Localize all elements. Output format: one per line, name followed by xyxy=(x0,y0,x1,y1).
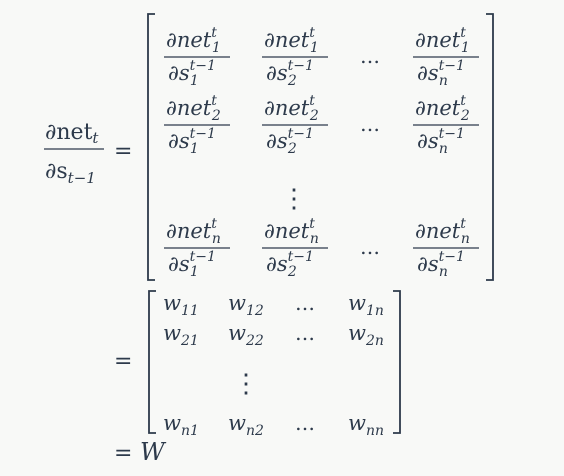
jacobian-entry-numerator: ∂nett 2 xyxy=(264,93,319,124)
jacobian-entry-numerator: ∂nett n xyxy=(264,216,319,247)
jacobian-entry-numerator: ∂nett n xyxy=(166,216,221,247)
jacobian-entry-numerator: ∂nett 2 xyxy=(415,93,470,124)
weight-hdots: … xyxy=(295,411,315,435)
weight-hdots: … xyxy=(295,291,315,315)
weight-entry: w12 xyxy=(228,291,264,319)
jacobian-hdots: … xyxy=(360,235,380,259)
equals-sign-3: = xyxy=(114,441,132,466)
weight-entry: w21 xyxy=(163,321,199,349)
jacobian-right-bracket xyxy=(486,13,494,281)
jacobian-entry-denominator: ∂st−1 n xyxy=(417,249,465,280)
jacobian-entry-denominator: ∂st−1 1 xyxy=(168,126,216,157)
jacobian-vdots: ⋮ xyxy=(281,184,307,214)
weight-vdots: ⋮ xyxy=(233,369,259,399)
weight-entry: w11 xyxy=(163,291,199,319)
jacobian-entry-denominator: ∂st−1 2 xyxy=(266,58,314,89)
jacobian-entry-denominator: ∂st−1 n xyxy=(417,126,465,157)
jacobian-hdots: … xyxy=(360,44,380,68)
weight-right-bracket xyxy=(393,290,401,434)
weight-entry: w2n xyxy=(348,321,384,349)
weight-hdots: … xyxy=(295,321,315,345)
jacobian-entry-denominator: ∂st−1 1 xyxy=(168,249,216,280)
equation: ∂nett ∂st−1 = ∂nett 1∂st−1 1∂nett 1∂st−1 2…∂… xyxy=(44,13,494,466)
lhs-fraction: ∂nett ∂st−1 xyxy=(44,120,104,187)
jacobian-entry-denominator: ∂st−1 2 xyxy=(266,126,314,157)
equals-sign-2: = xyxy=(114,349,132,374)
jacobian-entry-numerator: ∂nett 1 xyxy=(264,25,319,56)
weight-matrix: w11 w12 … w1n w21 w22 … w2n wn1 wn2 … wnn ⋮ xyxy=(148,290,401,439)
jacobian-entry-numerator: ∂nett 2 xyxy=(166,93,221,124)
jacobian-entry-numerator: ∂nett n xyxy=(415,216,470,247)
jacobian-entry-denominator: ∂st−1 1 xyxy=(168,58,216,89)
jacobian-entry-numerator: ∂nett 1 xyxy=(415,25,470,56)
jacobian-entry-denominator: ∂st−1 2 xyxy=(266,249,314,280)
equals-sign-1: = xyxy=(114,139,132,164)
weight-left-bracket xyxy=(148,290,156,434)
lhs-denominator: ∂st−1 xyxy=(45,159,96,187)
jacobian-entry-numerator: ∂nett 1 xyxy=(166,25,221,56)
weight-entry: wn2 xyxy=(228,411,264,439)
jacobian-entry-denominator: ∂st−1 n xyxy=(417,58,465,89)
jacobian-hdots: … xyxy=(360,112,380,136)
jacobian-left-bracket xyxy=(147,13,155,281)
lhs-numerator: ∂nett xyxy=(45,120,99,147)
weight-entry: w22 xyxy=(228,321,264,349)
result-matrix-symbol: W xyxy=(140,438,167,466)
weight-entry: wnn xyxy=(348,411,384,439)
weight-entry: w1n xyxy=(348,291,384,319)
weight-entry: wn1 xyxy=(163,411,199,439)
jacobian-matrix: ∂nett 1∂st−1 1∂nett 1∂st−1 2…∂nett 1∂st−1 n∂ne… xyxy=(147,13,494,281)
